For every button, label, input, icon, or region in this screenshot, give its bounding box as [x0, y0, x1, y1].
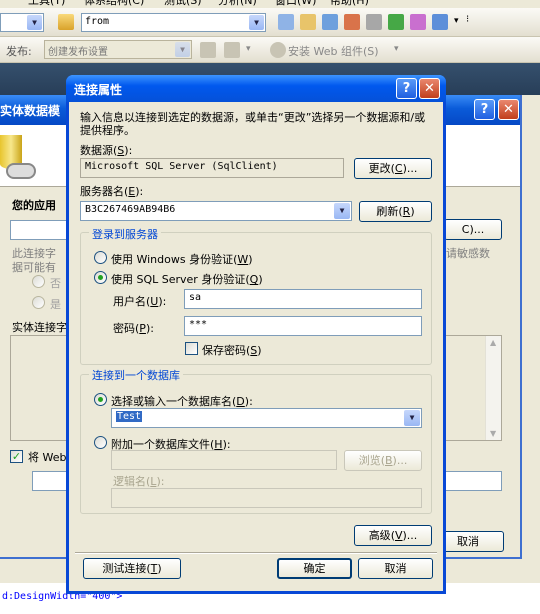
- advanced-button[interactable]: 高级(V)...: [354, 525, 432, 546]
- object-browser-icon[interactable]: [322, 14, 338, 30]
- menu-analyze[interactable]: 分析(N): [218, 0, 257, 8]
- chevron-down-icon[interactable]: ▾: [246, 44, 251, 54]
- login-group-label: 登录到服务器: [89, 226, 161, 242]
- username-value: sa: [189, 292, 202, 303]
- toolbar-overflow-icon[interactable]: ⁝: [466, 14, 469, 25]
- publish-label: 发布:: [6, 45, 32, 58]
- password-input[interactable]: ***: [184, 316, 422, 336]
- select-database-radio[interactable]: [94, 393, 107, 406]
- test-connection-button[interactable]: 测试连接(T): [83, 558, 181, 579]
- wizard-new-connection-button[interactable]: C)...: [444, 219, 502, 240]
- windows-auth-label[interactable]: 使用 Windows 身份验证(W): [111, 251, 253, 267]
- server-name-value: B3C267469AB94B6: [85, 204, 176, 215]
- scroll-up-icon[interactable]: ▲: [490, 338, 496, 347]
- hint-line-2: 据可能有: [12, 261, 56, 274]
- publish-icon[interactable]: [200, 42, 216, 58]
- find-in-files-icon[interactable]: [278, 14, 294, 30]
- chevron-down-icon[interactable]: ▼: [334, 203, 350, 219]
- change-button[interactable]: 更改(C)...: [354, 158, 432, 179]
- properties-icon[interactable]: [300, 14, 316, 30]
- edit-icon[interactable]: [224, 42, 240, 58]
- datasource-value: Microsoft SQL Server (SqlClient): [85, 161, 278, 172]
- publish-combo[interactable]: 创建发布设置 ▼: [44, 40, 192, 59]
- entity-connection-label: 实体连接字: [12, 321, 67, 334]
- chevron-down-icon[interactable]: ▼: [404, 410, 420, 426]
- sql-auth-label[interactable]: 使用 SQL Server 身份验证(Q): [111, 271, 263, 287]
- save-password-label[interactable]: 保存密码(S): [202, 342, 262, 358]
- chevron-down-icon[interactable]: ▾: [394, 44, 399, 54]
- dialog-title: 连接属性: [74, 83, 123, 97]
- sensitive-no-radio[interactable]: [32, 275, 45, 288]
- window-icon[interactable]: [432, 14, 448, 30]
- find-combo[interactable]: from ▼: [81, 13, 266, 32]
- class-view-icon[interactable]: [410, 14, 426, 30]
- toolbar-left-combo[interactable]: ▼: [0, 13, 44, 32]
- database-name-combo[interactable]: Test ▼: [111, 408, 422, 428]
- logical-name-input[interactable]: [111, 488, 422, 508]
- connection-properties-dialog: 连接属性 ? ✕ 输入信息以连接到选定的数据源，或单击“更改”选择另一个数据源和…: [66, 75, 446, 594]
- dialog-help-button[interactable]: ?: [396, 78, 417, 99]
- wizard-new-connection-label: C)...: [461, 223, 485, 236]
- menu-bar: 工具(T) 体系结构(C) 测试(S) 分析(N) 窗口(W) 帮助(H): [0, 0, 540, 8]
- publish-toolbar: 发布: 创建发布设置 ▼ ▾ 安装 Web 组件(S) ▾: [0, 37, 540, 63]
- browse-button[interactable]: 浏览(B)...: [344, 450, 422, 471]
- wizard-cancel-label: 取消: [457, 535, 479, 548]
- sql-auth-radio[interactable]: [94, 271, 107, 284]
- username-input[interactable]: sa: [184, 289, 422, 309]
- wizard-title: 实体数据模: [0, 104, 61, 118]
- toolbox-icon[interactable]: [344, 14, 360, 30]
- open-folder-icon[interactable]: [58, 14, 74, 30]
- save-to-webconfig-label: 将 Web: [28, 451, 67, 464]
- menu-architecture[interactable]: 体系结构(C): [84, 0, 144, 8]
- wizard-close-button[interactable]: ✕: [498, 99, 519, 120]
- menu-window[interactable]: 窗口(W): [275, 0, 316, 8]
- install-web-components[interactable]: 安装 Web 组件(S): [288, 43, 379, 59]
- server-name-combo[interactable]: B3C267469AB94B6 ▼: [80, 201, 352, 221]
- wizard-help-button[interactable]: ?: [474, 99, 495, 120]
- chevron-down-icon[interactable]: ▾: [454, 16, 459, 26]
- server-name-label: 服务器名(E):: [80, 185, 144, 198]
- hint-right: 请敏感数: [446, 247, 490, 260]
- attach-database-radio[interactable]: [94, 436, 107, 449]
- menu-help[interactable]: 帮助(H): [330, 0, 369, 8]
- plug-icon: [6, 163, 36, 179]
- tools-icon[interactable]: [366, 14, 382, 30]
- find-combo-value: from: [85, 16, 110, 27]
- scroll-down-icon[interactable]: ▼: [490, 429, 496, 438]
- dialog-separator: [75, 552, 437, 554]
- save-password-checkbox[interactable]: [185, 342, 198, 355]
- ok-button[interactable]: 确定: [277, 558, 352, 579]
- menu-tools[interactable]: 工具(T): [28, 0, 65, 8]
- username-label: 用户名(U):: [113, 295, 167, 308]
- windows-auth-radio[interactable]: [94, 251, 107, 264]
- dialog-titlebar: 连接属性 ? ✕: [66, 75, 446, 102]
- password-label: 密码(P):: [113, 322, 154, 335]
- select-database-label[interactable]: 选择或输入一个数据库名(D):: [111, 393, 253, 409]
- datasource-label: 数据源(S):: [80, 144, 133, 157]
- start-page-icon[interactable]: [388, 14, 404, 30]
- sensitive-yes-radio[interactable]: [32, 296, 45, 309]
- datasource-field: Microsoft SQL Server (SqlClient): [80, 158, 344, 178]
- password-value: ***: [189, 319, 208, 330]
- attach-file-input[interactable]: [111, 450, 337, 470]
- dialog-intro: 输入信息以连接到选定的数据源，或单击“更改”选择另一个数据源和/或提供程序。: [80, 111, 426, 137]
- publish-combo-value: 创建发布设置: [48, 47, 108, 58]
- save-to-webconfig-checkbox[interactable]: ✓: [10, 450, 23, 463]
- database-name-value: Test: [116, 411, 143, 422]
- menu-test[interactable]: 测试(S): [164, 0, 202, 8]
- standard-toolbar: ▼ from ▼ ▾ ⁝: [0, 8, 540, 37]
- sensitive-yes-label: 是: [50, 298, 61, 311]
- install-icon[interactable]: [270, 42, 286, 58]
- scrollbar[interactable]: ▲ ▼: [485, 336, 501, 440]
- sensitive-no-label: 否: [50, 277, 61, 290]
- refresh-button[interactable]: 刷新(R): [359, 201, 432, 222]
- database-group-label: 连接到一个数据库: [89, 367, 183, 383]
- logical-name-label: 逻辑名(L):: [113, 475, 165, 488]
- dialog-close-button[interactable]: ✕: [419, 78, 440, 99]
- app-connection-label: 您的应用: [12, 199, 56, 212]
- connection-combo[interactable]: [10, 220, 70, 240]
- cancel-button[interactable]: 取消: [358, 558, 433, 579]
